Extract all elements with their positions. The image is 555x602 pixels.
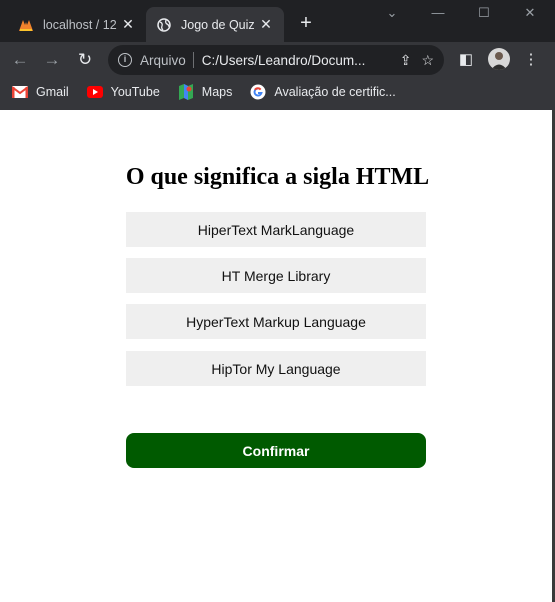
tab-search-icon[interactable]: ⌄ (382, 4, 402, 22)
bookmark-label: Avaliação de certific... (274, 85, 396, 99)
bookmark-label: YouTube (110, 85, 160, 99)
google-icon (250, 84, 266, 100)
share-icon[interactable]: ⇪ (400, 52, 412, 69)
answer-option-1[interactable]: HiperText MarkLanguage (126, 212, 426, 247)
tab-strip: localhost / 12 ✕ Jogo de Quiz ✕ + ⌄ — ☐ … (0, 0, 555, 42)
info-icon[interactable]: i (118, 53, 132, 67)
bookmark-label: Gmail (36, 85, 69, 99)
profile-avatar[interactable] (488, 48, 510, 70)
bookmarks-bar: Gmail YouTube Maps Avaliação de certific… (0, 78, 555, 106)
answer-option-4[interactable]: HipTor My Language (126, 351, 426, 386)
browser-chrome: localhost / 12 ✕ Jogo de Quiz ✕ + ⌄ — ☐ … (0, 0, 555, 110)
address-divider (192, 52, 194, 68)
bookmark-maps[interactable]: Maps (178, 84, 233, 100)
globe-icon (156, 17, 172, 33)
bookmark-avaliacao[interactable]: Avaliação de certific... (250, 84, 396, 100)
answer-option-3[interactable]: HyperText Markup Language (126, 304, 426, 339)
tab-title: localhost / 12 (43, 17, 117, 32)
close-tab-icon[interactable]: ✕ (258, 16, 274, 33)
window-close-icon[interactable]: ✕ (520, 4, 540, 22)
gmail-icon (12, 84, 28, 100)
bookmark-star-icon[interactable]: ☆ (421, 52, 434, 69)
quiz-page: O que significa a sigla HTML HiperText M… (0, 110, 555, 602)
minimize-icon[interactable]: — (428, 4, 448, 22)
browser-toolbar: ← → ↻ i Arquivo C:/Users/Leandro/Docum..… (0, 42, 555, 78)
youtube-icon (86, 84, 103, 100)
side-panel-icon[interactable]: ◧ (456, 50, 476, 70)
maximize-icon[interactable]: ☐ (474, 4, 494, 22)
menu-icon[interactable]: ⋮ (521, 50, 541, 70)
maps-icon (178, 84, 194, 100)
back-icon[interactable]: ← (8, 48, 32, 72)
xampp-icon (18, 17, 34, 33)
bookmark-gmail[interactable]: Gmail (12, 84, 69, 100)
new-tab-button[interactable]: + (296, 13, 316, 33)
address-scheme: Arquivo (140, 52, 186, 68)
bookmark-label: Maps (201, 85, 233, 99)
address-bar[interactable]: i Arquivo C:/Users/Leandro/Docum... ⇪ ☆ (108, 45, 444, 75)
address-url[interactable]: C:/Users/Leandro/Docum... (202, 53, 390, 68)
confirm-button[interactable]: Confirmar (126, 433, 426, 468)
forward-icon[interactable]: → (40, 48, 64, 72)
bookmark-youtube[interactable]: YouTube (86, 84, 160, 100)
answer-option-2[interactable]: HT Merge Library (126, 258, 426, 293)
reload-icon[interactable]: ↻ (73, 48, 97, 72)
tab-title: Jogo de Quiz (181, 17, 255, 32)
close-tab-icon[interactable]: ✕ (120, 16, 136, 33)
tab-jogo-de-quiz[interactable]: Jogo de Quiz ✕ (146, 7, 284, 42)
tab-localhost[interactable]: localhost / 12 ✕ (8, 7, 146, 42)
quiz-question: O que significa a sigla HTML (125, 164, 430, 190)
